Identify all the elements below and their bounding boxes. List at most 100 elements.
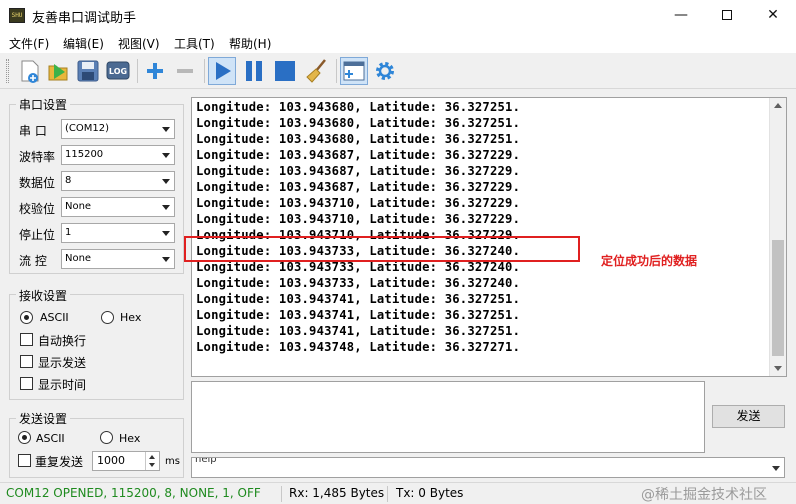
- save-button[interactable]: [74, 57, 102, 85]
- watermark: @稀土掘金技术社区: [641, 487, 767, 503]
- toolbar-separator: [204, 59, 205, 83]
- chevron-down-icon: [162, 205, 170, 210]
- new-file-button[interactable]: [16, 57, 44, 85]
- chevron-down-icon: [162, 231, 170, 236]
- send-input[interactable]: [191, 381, 705, 453]
- help-value: help: [195, 457, 217, 465]
- toolbar: LOG: [0, 53, 796, 89]
- databits-label: 数据位: [19, 176, 56, 190]
- chevron-down-icon: [772, 466, 780, 471]
- chevron-up-icon: [149, 455, 155, 459]
- close-button[interactable]: ✕: [750, 0, 796, 31]
- app-icon: SHU: [9, 8, 25, 23]
- receive-line: Longitude: 103.943748, Latitude: 36.3272…: [196, 340, 521, 354]
- receive-ascii-radio[interactable]: [20, 311, 33, 324]
- log-button[interactable]: LOG: [104, 57, 132, 85]
- receive-line: Longitude: 103.943680, Latitude: 36.3272…: [196, 100, 521, 114]
- flow-control-value: None: [65, 253, 92, 264]
- close-icon: ✕: [767, 7, 779, 23]
- receive-line: Longitude: 103.943710, Latitude: 36.3272…: [196, 212, 521, 226]
- repeat-send-checkbox[interactable]: [18, 454, 31, 467]
- show-send-checkbox[interactable]: [20, 355, 33, 368]
- databits-select[interactable]: 8: [61, 171, 175, 191]
- open-folder-icon: [48, 64, 68, 81]
- new-file-icon: [21, 60, 39, 83]
- databits-value: 8: [65, 175, 72, 186]
- receive-scrollbar[interactable]: [769, 98, 786, 376]
- maximize-button[interactable]: [704, 0, 750, 31]
- chevron-down-icon: [162, 153, 170, 158]
- log-icon: LOG: [106, 61, 130, 80]
- remove-button[interactable]: [171, 57, 199, 85]
- menu-view[interactable]: 视图(V): [118, 35, 160, 52]
- window-layout-button[interactable]: [340, 57, 368, 85]
- svg-text:LOG: LOG: [109, 67, 127, 76]
- repeat-interval-stepper[interactable]: 1000: [92, 451, 160, 471]
- maximize-icon: [722, 10, 732, 20]
- broom-icon: [306, 59, 326, 83]
- highlight-box: [184, 236, 580, 262]
- help-select[interactable]: help: [191, 457, 785, 478]
- menu-tools[interactable]: 工具(T): [174, 35, 215, 52]
- menu-edit[interactable]: 编辑(E): [63, 35, 104, 52]
- add-button[interactable]: [141, 57, 169, 85]
- chevron-down-icon: [149, 463, 155, 467]
- port-select[interactable]: (COM12): [61, 119, 175, 139]
- toolbar-grip: [6, 59, 9, 83]
- receive-line: Longitude: 103.943687, Latitude: 36.3272…: [196, 148, 521, 162]
- scroll-thumb[interactable]: [772, 240, 784, 356]
- settings-button[interactable]: [371, 57, 399, 85]
- parity-select[interactable]: None: [61, 197, 175, 217]
- receive-line: Longitude: 103.943741, Latitude: 36.3272…: [196, 292, 521, 306]
- gear-icon: [376, 62, 394, 80]
- receive-line: Longitude: 103.943687, Latitude: 36.3272…: [196, 180, 521, 194]
- receive-line: Longitude: 103.943687, Latitude: 36.3272…: [196, 164, 521, 178]
- flow-control-select[interactable]: None: [61, 249, 175, 269]
- show-send-label: 显示发送: [38, 356, 87, 370]
- show-time-checkbox[interactable]: [20, 377, 33, 390]
- send-button[interactable]: 发送: [712, 405, 785, 428]
- start-button[interactable]: [208, 57, 236, 85]
- send-settings-title: 发送设置: [16, 410, 71, 427]
- show-time-label: 显示时间: [38, 378, 87, 392]
- receive-hex-radio[interactable]: [101, 311, 114, 324]
- chevron-down-icon: [162, 257, 170, 262]
- baud-label: 波特率: [19, 150, 56, 164]
- toolbar-separator: [336, 59, 337, 83]
- scroll-up-icon[interactable]: [774, 103, 782, 108]
- menu-help[interactable]: 帮助(H): [229, 35, 271, 52]
- minimize-icon: —: [674, 7, 688, 23]
- tx-count: Tx: 0 Bytes: [396, 486, 464, 500]
- serial-settings-title: 串口设置: [16, 96, 71, 113]
- minimize-button[interactable]: —: [658, 0, 704, 31]
- auto-wrap-checkbox[interactable]: [20, 333, 33, 346]
- receive-line: Longitude: 103.943741, Latitude: 36.3272…: [196, 324, 521, 338]
- receive-line: Longitude: 103.943733, Latitude: 36.3272…: [196, 276, 521, 290]
- toolbar-separator: [137, 59, 138, 83]
- annotation-label: 定位成功后的数据: [601, 254, 698, 268]
- auto-wrap-label: 自动换行: [38, 334, 87, 348]
- repeat-send-label: 重复发送: [35, 455, 84, 469]
- menu-bar: 文件(F) 编辑(E) 视图(V) 工具(T) 帮助(H): [0, 31, 796, 53]
- send-hex-radio[interactable]: [100, 431, 113, 444]
- port-label: 串 口: [19, 124, 47, 138]
- stepper-buttons[interactable]: [145, 452, 159, 470]
- pause-button[interactable]: [240, 57, 268, 85]
- stopbits-select[interactable]: 1: [61, 223, 175, 243]
- receive-line: Longitude: 103.943710, Latitude: 36.3272…: [196, 196, 521, 210]
- status-separator: [281, 486, 282, 502]
- chevron-down-icon: [162, 179, 170, 184]
- baud-select[interactable]: 115200: [61, 145, 175, 165]
- scroll-down-icon[interactable]: [774, 366, 782, 371]
- receive-line: Longitude: 103.943680, Latitude: 36.3272…: [196, 116, 521, 130]
- window-layout-icon: [343, 61, 365, 81]
- clear-button[interactable]: [303, 57, 331, 85]
- send-ascii-radio[interactable]: [18, 431, 31, 444]
- rx-count: Rx: 1,485 Bytes: [289, 486, 385, 500]
- repeat-interval-value: 1000: [97, 454, 125, 467]
- menu-file[interactable]: 文件(F): [9, 35, 49, 52]
- open-button[interactable]: [45, 57, 73, 85]
- play-icon: [216, 62, 231, 80]
- receive-ascii-label: ASCII: [40, 311, 69, 324]
- stop-button[interactable]: [271, 57, 299, 85]
